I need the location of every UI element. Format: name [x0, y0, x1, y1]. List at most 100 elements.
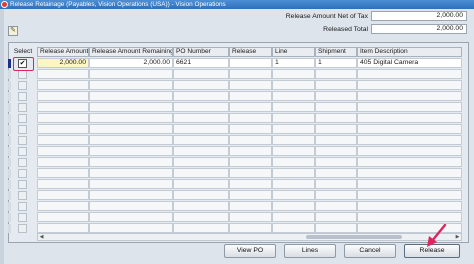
grid-cell[interactable]: [37, 113, 89, 123]
grid-cell[interactable]: [37, 69, 89, 79]
grid-cell[interactable]: [315, 135, 357, 145]
row-indicator[interactable]: [8, 224, 11, 233]
row-indicator[interactable]: [8, 213, 11, 222]
grid-cell[interactable]: [357, 102, 462, 112]
grid-cell[interactable]: [315, 91, 357, 101]
grid-cell[interactable]: [315, 80, 357, 90]
grid-cell[interactable]: [357, 80, 462, 90]
grid-cell[interactable]: [89, 223, 173, 233]
grid-cell[interactable]: 405 Digital Camera: [357, 58, 462, 68]
grid-cell[interactable]: [315, 168, 357, 178]
grid-cell[interactable]: [229, 91, 272, 101]
row-indicator[interactable]: [8, 202, 11, 211]
row-indicator[interactable]: [8, 158, 11, 167]
grid-cell[interactable]: [173, 102, 229, 112]
grid-cell[interactable]: [272, 201, 315, 211]
grid-cell[interactable]: [173, 212, 229, 222]
grid-cell[interactable]: [357, 157, 462, 167]
grid-cell[interactable]: [37, 80, 89, 90]
grid-cell[interactable]: [89, 190, 173, 200]
grid-cell[interactable]: [173, 113, 229, 123]
grid-cell[interactable]: [173, 69, 229, 79]
select-checkbox[interactable]: [18, 103, 27, 112]
grid-cell[interactable]: [173, 135, 229, 145]
row-indicator[interactable]: [8, 191, 11, 200]
grid-cell[interactable]: [272, 113, 315, 123]
select-checkbox[interactable]: [18, 224, 27, 233]
grid-cell[interactable]: [272, 223, 315, 233]
select-checkbox[interactable]: [18, 125, 27, 134]
view-po-button[interactable]: View PO: [224, 244, 276, 258]
grid-cell[interactable]: [315, 146, 357, 156]
select-checkbox[interactable]: [18, 158, 27, 167]
row-indicator[interactable]: [8, 180, 11, 189]
grid-cell[interactable]: [229, 212, 272, 222]
grid-cell[interactable]: [272, 91, 315, 101]
grid-cell[interactable]: [272, 190, 315, 200]
horizontal-scrollbar[interactable]: ◀ ▶: [37, 233, 462, 241]
grid-cell[interactable]: [37, 91, 89, 101]
select-checkbox[interactable]: [18, 202, 27, 211]
grid-cell[interactable]: [37, 168, 89, 178]
grid-cell[interactable]: [272, 179, 315, 189]
grid-cell[interactable]: [315, 190, 357, 200]
row-indicator[interactable]: [8, 136, 11, 145]
grid-cell[interactable]: [357, 190, 462, 200]
grid-cell[interactable]: [173, 168, 229, 178]
select-checkbox[interactable]: [18, 191, 27, 200]
edit-field-icon[interactable]: ✎: [8, 26, 18, 36]
grid-cell[interactable]: [37, 102, 89, 112]
grid-cell[interactable]: [315, 201, 357, 211]
row-indicator[interactable]: [8, 125, 11, 134]
select-checkbox[interactable]: [18, 114, 27, 123]
grid-cell[interactable]: [173, 80, 229, 90]
scrollbar-thumb[interactable]: [306, 235, 402, 239]
grid-cell[interactable]: [357, 168, 462, 178]
grid-cell[interactable]: [173, 91, 229, 101]
grid-cell[interactable]: [173, 190, 229, 200]
grid-cell[interactable]: [173, 146, 229, 156]
grid-cell[interactable]: [89, 102, 173, 112]
grid-cell[interactable]: [229, 69, 272, 79]
grid-cell[interactable]: [315, 179, 357, 189]
grid-cell[interactable]: [89, 168, 173, 178]
grid-cell[interactable]: [173, 179, 229, 189]
select-checkbox[interactable]: [18, 213, 27, 222]
grid-cell[interactable]: [315, 102, 357, 112]
select-checkbox[interactable]: [18, 92, 27, 101]
grid-cell[interactable]: [357, 91, 462, 101]
grid-cell[interactable]: [315, 113, 357, 123]
grid-cell[interactable]: [89, 113, 173, 123]
row-indicator[interactable]: [8, 103, 11, 112]
grid-cell[interactable]: [315, 69, 357, 79]
select-checkbox[interactable]: [18, 136, 27, 145]
select-checkbox[interactable]: [18, 169, 27, 178]
grid-cell[interactable]: [229, 113, 272, 123]
grid-cell[interactable]: [357, 212, 462, 222]
grid-cell[interactable]: [37, 179, 89, 189]
grid-cell[interactable]: 1: [272, 58, 315, 68]
grid-cell[interactable]: 6621: [173, 58, 229, 68]
grid-cell[interactable]: [89, 146, 173, 156]
grid-cell[interactable]: [357, 113, 462, 123]
grid-cell[interactable]: [272, 69, 315, 79]
grid-cell[interactable]: [357, 69, 462, 79]
grid-cell[interactable]: [229, 168, 272, 178]
select-checkbox[interactable]: [18, 81, 27, 90]
grid-cell[interactable]: [37, 135, 89, 145]
grid-cell[interactable]: [315, 124, 357, 134]
grid-cell[interactable]: [89, 212, 173, 222]
grid-cell[interactable]: [37, 223, 89, 233]
scroll-left-icon[interactable]: ◀: [38, 234, 45, 240]
scroll-right-icon[interactable]: ▶: [454, 234, 461, 240]
grid-cell[interactable]: [229, 124, 272, 134]
grid-cell[interactable]: [272, 168, 315, 178]
select-checkbox[interactable]: [18, 180, 27, 189]
grid-cell[interactable]: [229, 157, 272, 167]
grid-cell[interactable]: [315, 223, 357, 233]
row-indicator[interactable]: [8, 147, 11, 156]
grid-cell[interactable]: [357, 124, 462, 134]
lines-button[interactable]: Lines: [284, 244, 336, 258]
grid-cell[interactable]: [37, 146, 89, 156]
grid-cell[interactable]: [229, 135, 272, 145]
